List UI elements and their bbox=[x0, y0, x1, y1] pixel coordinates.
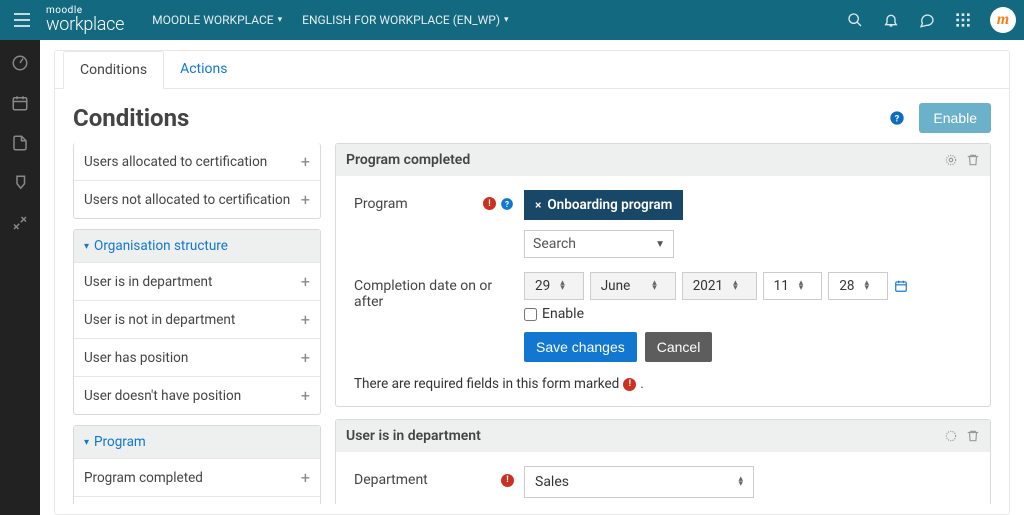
trash-icon[interactable] bbox=[966, 153, 980, 167]
page-title: Conditions bbox=[73, 104, 189, 132]
right-col: Program completed Program bbox=[335, 143, 991, 504]
svg-text:?: ? bbox=[895, 113, 900, 124]
panel-head-dept: User is in department bbox=[336, 420, 990, 452]
hamburger-icon[interactable] bbox=[8, 6, 36, 34]
label-program: Program ! ? bbox=[354, 190, 514, 212]
messages-icon[interactable] bbox=[918, 11, 936, 29]
group-head-org[interactable]: Organisation structure bbox=[74, 230, 320, 262]
department-select[interactable]: Sales▴▾ bbox=[524, 466, 754, 498]
panel-body-dept: Department ! Sales▴▾ Include subdepartme… bbox=[336, 452, 990, 504]
cond-row-no-pos[interactable]: User doesn't have position+ bbox=[74, 376, 320, 414]
label-completion-date: Completion date on or after bbox=[354, 272, 514, 310]
gear-icon[interactable] bbox=[944, 153, 958, 167]
apps-icon[interactable] bbox=[954, 11, 972, 29]
select-minute[interactable]: 28▴▾ bbox=[828, 272, 888, 300]
page-header: Conditions ? Enable bbox=[55, 89, 1009, 143]
sidebar-item-tools-icon[interactable] bbox=[11, 214, 29, 232]
top-links: MOODLE WORKPLACE▾ ENGLISH FOR WORKPLACE … bbox=[152, 13, 508, 27]
panel-user-in-department: User is in department Department ! bbox=[335, 419, 991, 504]
required-icon: ! bbox=[483, 197, 496, 210]
cond-row-prog-complete[interactable]: Program completed+ bbox=[74, 458, 320, 496]
plus-icon: + bbox=[301, 272, 310, 291]
enable-button[interactable]: Enable bbox=[919, 103, 991, 133]
bell-icon[interactable] bbox=[882, 11, 900, 29]
svg-text:?: ? bbox=[505, 199, 509, 209]
panel-body-program: Program ! ? ×Onboarding program Search▼ bbox=[336, 176, 990, 406]
calendar-icon[interactable] bbox=[894, 279, 908, 293]
tab-actions[interactable]: Actions bbox=[164, 51, 243, 88]
top-link-language[interactable]: ENGLISH FOR WORKPLACE (EN_WP)▾ bbox=[302, 13, 508, 27]
plus-icon: + bbox=[301, 190, 310, 209]
cond-row-not-in-dept[interactable]: User is not in department+ bbox=[74, 300, 320, 338]
help-icon[interactable]: ? bbox=[889, 110, 905, 126]
panel-program-completed: Program completed Program bbox=[335, 143, 991, 407]
topbar: moodle workplace MOODLE WORKPLACE▾ ENGLI… bbox=[0, 0, 1024, 40]
cancel-button[interactable]: Cancel bbox=[645, 332, 713, 362]
chip-remove-icon[interactable]: × bbox=[535, 198, 541, 212]
search-icon[interactable] bbox=[846, 11, 864, 29]
plus-icon: + bbox=[301, 152, 310, 171]
program-chip[interactable]: ×Onboarding program bbox=[524, 190, 683, 220]
main: Users allocated to certification+ Users … bbox=[55, 143, 1009, 514]
required-note: There are required fields in this form m… bbox=[354, 376, 972, 392]
select-month[interactable]: June▴▾ bbox=[590, 272, 676, 300]
required-icon: ! bbox=[501, 474, 514, 487]
tabs: Conditions Actions bbox=[55, 51, 1009, 89]
plus-icon: + bbox=[301, 468, 310, 487]
label-department: Department ! bbox=[354, 466, 514, 488]
avatar[interactable]: m bbox=[990, 7, 1016, 33]
enable-date-checkbox[interactable]: Enable bbox=[524, 306, 584, 322]
card: Conditions Actions Conditions ? Enable U… bbox=[54, 50, 1010, 515]
cond-row-cert-not-alloc[interactable]: Users not allocated to certification+ bbox=[74, 180, 320, 218]
select-year[interactable]: 2021▴▾ bbox=[682, 272, 757, 300]
logo[interactable]: moodle workplace bbox=[46, 6, 124, 34]
panel-head-program: Program completed bbox=[336, 144, 990, 176]
plus-icon: + bbox=[301, 310, 310, 329]
sidebar-item-certificate-icon[interactable] bbox=[11, 174, 29, 192]
group-head-program[interactable]: Program bbox=[74, 426, 320, 458]
header-right: ? Enable bbox=[889, 103, 991, 133]
cond-group-certs: Users allocated to certification+ Users … bbox=[73, 143, 321, 219]
sidebar bbox=[0, 40, 40, 515]
select-hour[interactable]: 11▴▾ bbox=[763, 272, 823, 300]
cond-row-in-dept[interactable]: User is in department+ bbox=[74, 262, 320, 300]
save-button[interactable]: Save changes bbox=[524, 332, 637, 362]
trash-icon[interactable] bbox=[966, 429, 980, 443]
top-right: m bbox=[846, 7, 1016, 33]
tab-conditions[interactable]: Conditions bbox=[63, 51, 164, 89]
plus-icon: + bbox=[301, 348, 310, 367]
plus-icon: + bbox=[301, 386, 310, 405]
sidebar-item-calendar-icon[interactable] bbox=[11, 94, 29, 112]
layout: Conditions Actions Conditions ? Enable U… bbox=[0, 40, 1024, 515]
conditions-list: Users allocated to certification+ Users … bbox=[73, 143, 321, 504]
top-link-workplace[interactable]: MOODLE WORKPLACE▾ bbox=[152, 13, 282, 27]
cond-row-has-pos[interactable]: User has position+ bbox=[74, 338, 320, 376]
select-day[interactable]: 29▴▾ bbox=[524, 272, 584, 300]
sidebar-item-dashboard-icon[interactable] bbox=[11, 54, 29, 72]
cond-group-program: Program Program completed+ Program not c… bbox=[73, 425, 321, 504]
cond-group-org: Organisation structure User is in depart… bbox=[73, 229, 321, 415]
cond-row-cert-alloc[interactable]: Users allocated to certification+ bbox=[74, 143, 320, 180]
required-icon: ! bbox=[623, 378, 636, 391]
program-search-select[interactable]: Search▼ bbox=[524, 230, 674, 258]
help-icon[interactable]: ? bbox=[500, 197, 514, 211]
content: Conditions Actions Conditions ? Enable U… bbox=[40, 40, 1024, 515]
gear-icon[interactable] bbox=[944, 429, 958, 443]
logo-big: workplace bbox=[46, 16, 124, 34]
chevron-down-icon: ▼ bbox=[655, 239, 665, 250]
cond-row-prog-not-complete[interactable]: Program not completed+ bbox=[74, 496, 320, 504]
sidebar-item-file-icon[interactable] bbox=[11, 134, 29, 152]
